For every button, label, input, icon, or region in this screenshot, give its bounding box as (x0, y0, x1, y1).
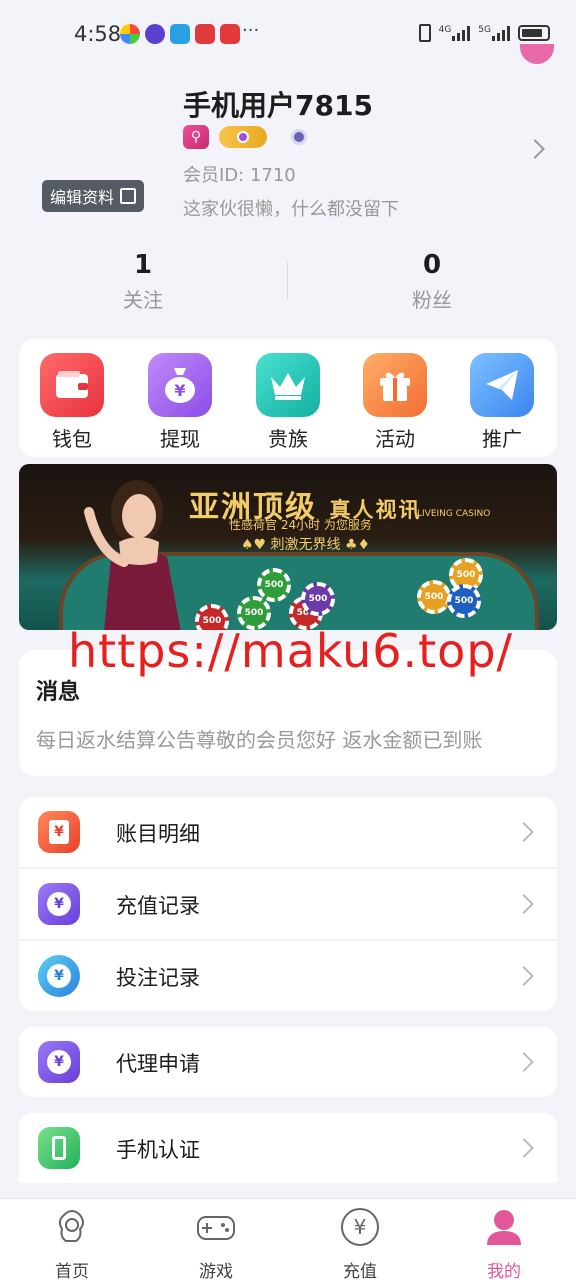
wallet-icon (40, 353, 104, 417)
bottom-tab-bar: 首页 游戏 ¥ 充值 我的 (0, 1198, 576, 1280)
profile-icon (487, 1210, 521, 1245)
noble-badge-icon (291, 129, 307, 145)
following-label: 关注 (123, 288, 163, 312)
casino-chip: 500 (417, 580, 451, 614)
banner-subtitle: 性感荷官 24小时 为您服务 (229, 518, 372, 532)
money-bag-icon: ¥ (38, 883, 80, 925)
coins-icon: ¥ (38, 955, 80, 997)
battery-icon (518, 25, 550, 41)
edit-icon (120, 188, 137, 204)
edit-profile-label: 编辑资料 (50, 188, 115, 207)
money-bag-icon: ¥ (148, 353, 212, 417)
ledger-icon: ¥ (38, 811, 80, 853)
menu-row-bet-records[interactable]: ¥ 投注记录 (19, 941, 557, 1011)
tab-home[interactable]: 首页 (22, 1207, 122, 1280)
message-preview: 每日返水结算公告尊敬的会员您好 返水金额已到账 (36, 728, 483, 752)
menu-row-recharge-records[interactable]: ¥ 充值记录 (19, 869, 557, 939)
following-count: 1 (133, 250, 153, 280)
quick-label-promote: 推广 (482, 427, 522, 451)
badge-row: ⚲ (183, 125, 307, 149)
banner-tagline: ♠♥ 刺激无界线 ♣♦ (241, 537, 371, 553)
quick-item-promote[interactable]: 推广 (462, 353, 542, 452)
row-label-phone-verification: 手机认证 (116, 1138, 200, 1162)
home-girl-icon (58, 1210, 84, 1242)
tab-mine[interactable]: 我的 (454, 1207, 554, 1280)
profile-chevron-right-icon[interactable] (525, 139, 545, 159)
phone-icon (38, 1127, 80, 1169)
status-bar: 4:58 ··· 4G 5G (0, 0, 576, 70)
fans-stat[interactable]: 0 粉丝 (332, 250, 532, 313)
chevron-right-icon (514, 1052, 534, 1072)
quick-label-activity: 活动 (375, 427, 415, 451)
svg-text:¥: ¥ (354, 1215, 367, 1239)
vibrate-icon (418, 24, 431, 42)
menu-row-account-details[interactable]: ¥ 账目明细 (19, 797, 557, 867)
huawei-icon (220, 24, 240, 44)
signal-4g-icon: 4G (439, 25, 471, 41)
row-label-account-details: 账目明细 (116, 822, 200, 846)
menu-row-phone-verification[interactable]: 手机认证 (19, 1113, 557, 1183)
chevron-right-icon (514, 822, 534, 842)
quick-item-activity[interactable]: 活动 (355, 353, 435, 452)
profile-bio: 这家伙很懒，什么都没留下 (183, 199, 399, 220)
following-stat[interactable]: 1 关注 (43, 250, 243, 313)
casino-chip: 500 (447, 584, 481, 618)
paper-plane-icon (470, 353, 534, 417)
tab-label-recharge: 充值 (343, 1262, 377, 1280)
quick-item-noble[interactable]: 贵族 (248, 353, 328, 452)
more-notifications-icon: ··· (242, 20, 260, 41)
app-notification-icon (120, 24, 140, 44)
edit-profile-button[interactable]: 编辑资料 (42, 180, 145, 212)
gift-icon (363, 353, 427, 417)
watermark-url: https://maku6.top/ (68, 624, 514, 678)
vip-badge-icon (219, 126, 267, 148)
level-badge-icon: ⚲ (183, 125, 209, 149)
huawei-icon (195, 24, 215, 44)
stat-divider (287, 262, 288, 300)
tab-label-mine: 我的 (487, 1262, 521, 1280)
chevron-right-icon (514, 1138, 534, 1158)
telegram-icon (170, 24, 190, 44)
menu-row-agent-application[interactable]: ¥ 代理申请 (19, 1027, 557, 1097)
quick-label-wallet: 钱包 (52, 427, 92, 451)
casino-chip: 500 (301, 582, 335, 616)
message-title: 消息 (36, 680, 81, 705)
money-bag-icon: ¥ (38, 1041, 80, 1083)
quick-label-noble: 贵族 (268, 427, 308, 451)
quick-item-withdraw[interactable]: ¥ 提现 (140, 353, 220, 452)
banner-subtitle-en: LIVEING CASINO (417, 509, 491, 519)
gamepad-icon (197, 1216, 235, 1240)
infinity-app-icon (145, 24, 165, 44)
fans-label: 粉丝 (412, 288, 452, 312)
crown-icon (256, 353, 320, 417)
username: 手机用户7815 (183, 89, 373, 122)
chevron-right-icon (514, 894, 534, 914)
row-label-agent-application: 代理申请 (116, 1052, 200, 1076)
tab-label-home: 首页 (55, 1262, 89, 1280)
tab-games[interactable]: 游戏 (166, 1207, 266, 1280)
tab-recharge[interactable]: ¥ 充值 (310, 1207, 410, 1280)
casino-chip: 500 (257, 568, 291, 602)
chevron-right-icon (514, 966, 534, 986)
row-label-recharge-records: 充值记录 (116, 894, 200, 918)
quick-label-withdraw: 提现 (160, 427, 200, 451)
casino-banner[interactable]: 亚洲顶级 真人视讯 LIVEING CASINO 性感荷官 24小时 为您服务 … (19, 464, 557, 630)
tab-label-games: 游戏 (199, 1262, 233, 1280)
quick-item-wallet[interactable]: 钱包 (32, 353, 112, 452)
quick-menu-card: 钱包 ¥ 提现 贵族 活动 推广 (19, 339, 557, 457)
signal-5g-icon: 5G (478, 25, 510, 41)
row-label-bet-records: 投注记录 (116, 966, 200, 990)
member-id: 会员ID: 1710 (183, 165, 296, 186)
yen-circle-icon: ¥ (341, 1208, 379, 1246)
system-icons: 4G 5G (418, 24, 550, 42)
fans-count: 0 (422, 250, 442, 280)
status-time: 4:58 (74, 22, 122, 46)
notification-icons (120, 24, 240, 44)
svg-text:¥: ¥ (174, 381, 185, 400)
